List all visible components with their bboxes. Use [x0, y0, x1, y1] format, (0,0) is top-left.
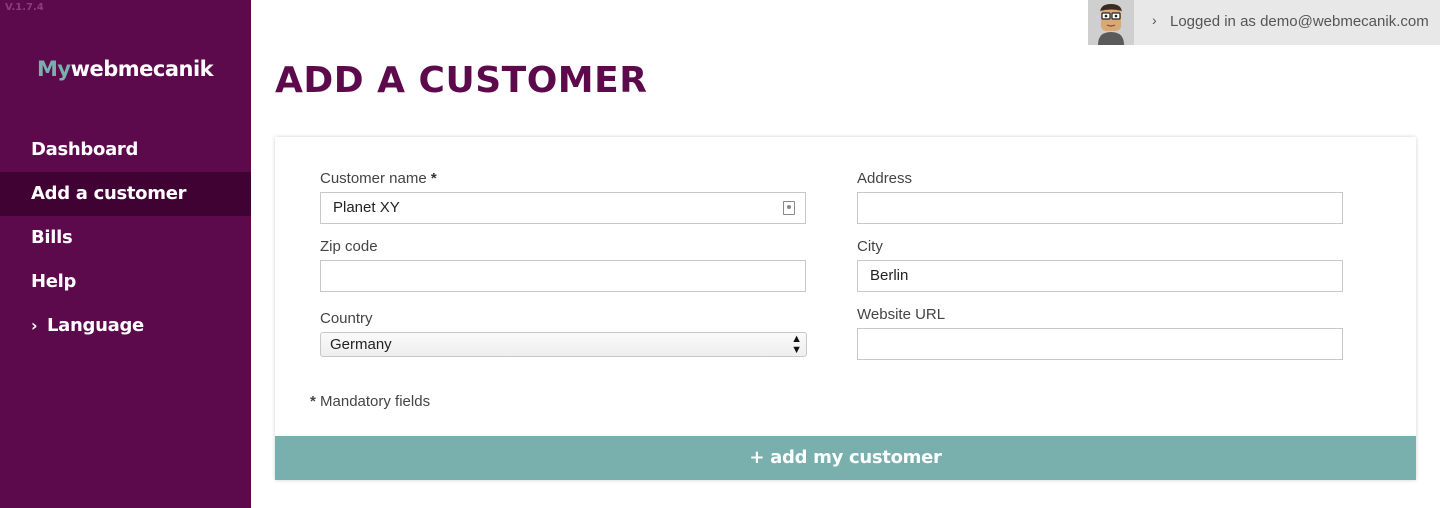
avatar-icon [1088, 0, 1134, 45]
city-label: City [857, 238, 883, 255]
customer-form: Customer name * Planet XY Address Zip co… [275, 137, 1416, 480]
address-input[interactable] [857, 192, 1343, 224]
website-url-input[interactable] [857, 328, 1343, 360]
sidebar-item-label: Add a customer [31, 183, 187, 204]
country-label: Country [320, 310, 373, 327]
sidebar-item-dashboard[interactable]: Dashboard [0, 128, 251, 172]
logo-my: My [37, 57, 71, 81]
sidebar-item-label: Dashboard [31, 139, 139, 160]
user-menu[interactable]: › Logged in as demo@webmecanik.com [1088, 0, 1440, 45]
avatar [1088, 0, 1134, 45]
logo-text: webmecanik [70, 57, 214, 81]
zip-code-input[interactable] [320, 260, 806, 292]
customer-name-value: Planet XY [333, 199, 400, 216]
sidebar-item-help[interactable]: Help [0, 260, 251, 304]
sidebar: V.1.7.4 Mywebmecanik Dashboard Add a cus… [0, 0, 251, 508]
country-select[interactable]: Germany ▲ ▼ [320, 332, 807, 357]
sidebar-item-add-customer[interactable]: Add a customer [0, 172, 251, 216]
mandatory-note-text: Mandatory fields [320, 393, 431, 410]
city-value: Berlin [870, 267, 909, 284]
customer-name-label-text: Customer name [320, 170, 427, 187]
sidebar-nav: Dashboard Add a customer Bills Help › Lan… [0, 128, 251, 348]
required-mark: * [310, 393, 316, 410]
version-label: V.1.7.4 [5, 2, 44, 13]
customer-name-label: Customer name * [320, 170, 437, 187]
chevron-right-icon: › [31, 316, 38, 335]
sidebar-item-label: Language [47, 315, 144, 336]
select-arrows-icon: ▲ ▼ [791, 333, 802, 356]
sidebar-item-bills[interactable]: Bills [0, 216, 251, 260]
country-value: Germany [330, 336, 392, 353]
chevron-right-icon: › [1152, 12, 1157, 28]
contact-card-icon[interactable] [783, 201, 795, 215]
sidebar-item-label: Help [31, 271, 77, 292]
customer-name-input[interactable]: Planet XY [320, 192, 806, 224]
address-label: Address [857, 170, 913, 187]
add-customer-button[interactable]: + add my customer [275, 436, 1416, 480]
sidebar-item-language[interactable]: › Language [0, 304, 251, 348]
page-title: ADD A CUSTOMER [275, 60, 648, 101]
logo[interactable]: Mywebmecanik [37, 57, 214, 81]
sidebar-item-label: Bills [31, 227, 73, 248]
city-input[interactable]: Berlin [857, 260, 1343, 292]
required-mark: * [430, 170, 437, 187]
website-url-label: Website URL [857, 306, 946, 323]
logged-in-text: Logged in as demo@webmecanik.com [1170, 13, 1429, 30]
mandatory-note: * Mandatory fields [310, 393, 430, 410]
zip-code-label: Zip code [320, 238, 378, 255]
